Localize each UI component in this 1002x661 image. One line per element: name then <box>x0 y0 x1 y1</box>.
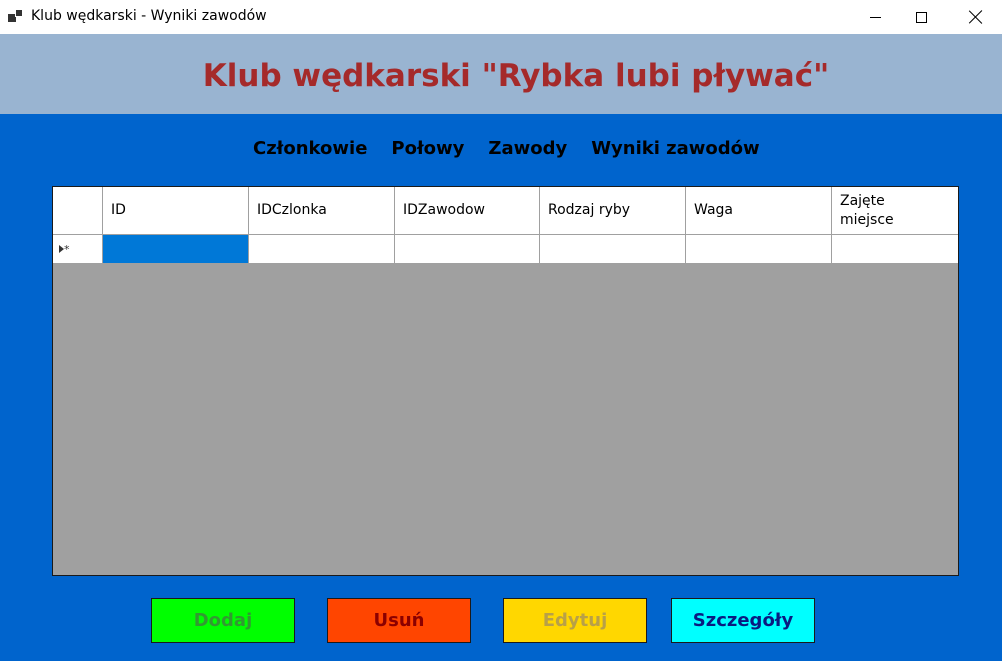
column-header-id[interactable]: ID <box>103 187 249 235</box>
column-header-idzawodow[interactable]: IDZawodow <box>395 187 540 235</box>
details-button[interactable]: Szczegóły <box>671 598 815 643</box>
edit-button[interactable]: Edytuj <box>503 598 647 643</box>
grid-header-row: ID IDCzlonka IDZawodow Rodzaj ryby Waga … <box>53 187 958 235</box>
page-title: Klub wędkarski "Rybka lubi pływać" <box>202 58 830 94</box>
results-data-grid[interactable]: ID IDCzlonka IDZawodow Rodzaj ryby Waga … <box>52 186 959 576</box>
column-header-waga[interactable]: Waga <box>686 187 832 235</box>
column-header-zajete-miejsce-label: Zajęte miejsce <box>840 192 894 228</box>
column-header-zajete-miejsce[interactable]: Zajęte miejsce <box>832 187 958 235</box>
menu-item-polowy[interactable]: Połowy <box>384 136 471 161</box>
delete-button[interactable]: Usuń <box>327 598 471 643</box>
column-header-idczlonka[interactable]: IDCzlonka <box>249 187 395 235</box>
title-bar: Klub wędkarski - Wyniki zawodów <box>0 0 1002 34</box>
grid-corner-header[interactable] <box>53 187 103 235</box>
grid-cell-rodzaj-ryby[interactable] <box>540 235 686 264</box>
new-row-star-icon: * <box>64 242 70 256</box>
window-title: Klub wędkarski - Wyniki zawodów <box>31 8 267 24</box>
minimize-button[interactable] <box>852 0 898 34</box>
app-icon[interactable] <box>8 9 24 23</box>
new-row-marker[interactable]: * <box>53 235 103 264</box>
maximize-icon <box>915 11 927 23</box>
menu-item-zawody[interactable]: Zawody <box>481 136 574 161</box>
close-icon <box>969 10 983 24</box>
header-banner: Klub wędkarski "Rybka lubi pływać" <box>0 34 1002 114</box>
table-row[interactable]: * <box>53 235 958 264</box>
main-panel: Członkowie Połowy Zawody Wyniki zawodów … <box>0 114 1002 661</box>
column-header-rodzaj-ryby[interactable]: Rodzaj ryby <box>540 187 686 235</box>
grid-cell-idczlonka[interactable] <box>249 235 395 264</box>
menu-item-czlonkowie[interactable]: Członkowie <box>246 136 374 161</box>
menu-item-wyniki-zawodow[interactable]: Wyniki zawodów <box>584 136 766 161</box>
grid-cell-idzawodow[interactable] <box>395 235 540 264</box>
add-button[interactable]: Dodaj <box>151 598 295 643</box>
menu-bar: Członkowie Połowy Zawody Wyniki zawodów <box>246 136 777 161</box>
grid-cell-zajete-miejsce[interactable] <box>832 235 958 264</box>
maximize-button[interactable] <box>898 0 944 34</box>
grid-cell-id[interactable] <box>103 235 249 264</box>
grid-cell-waga[interactable] <box>686 235 832 264</box>
minimize-icon <box>869 16 881 18</box>
close-button[interactable] <box>950 0 1002 34</box>
